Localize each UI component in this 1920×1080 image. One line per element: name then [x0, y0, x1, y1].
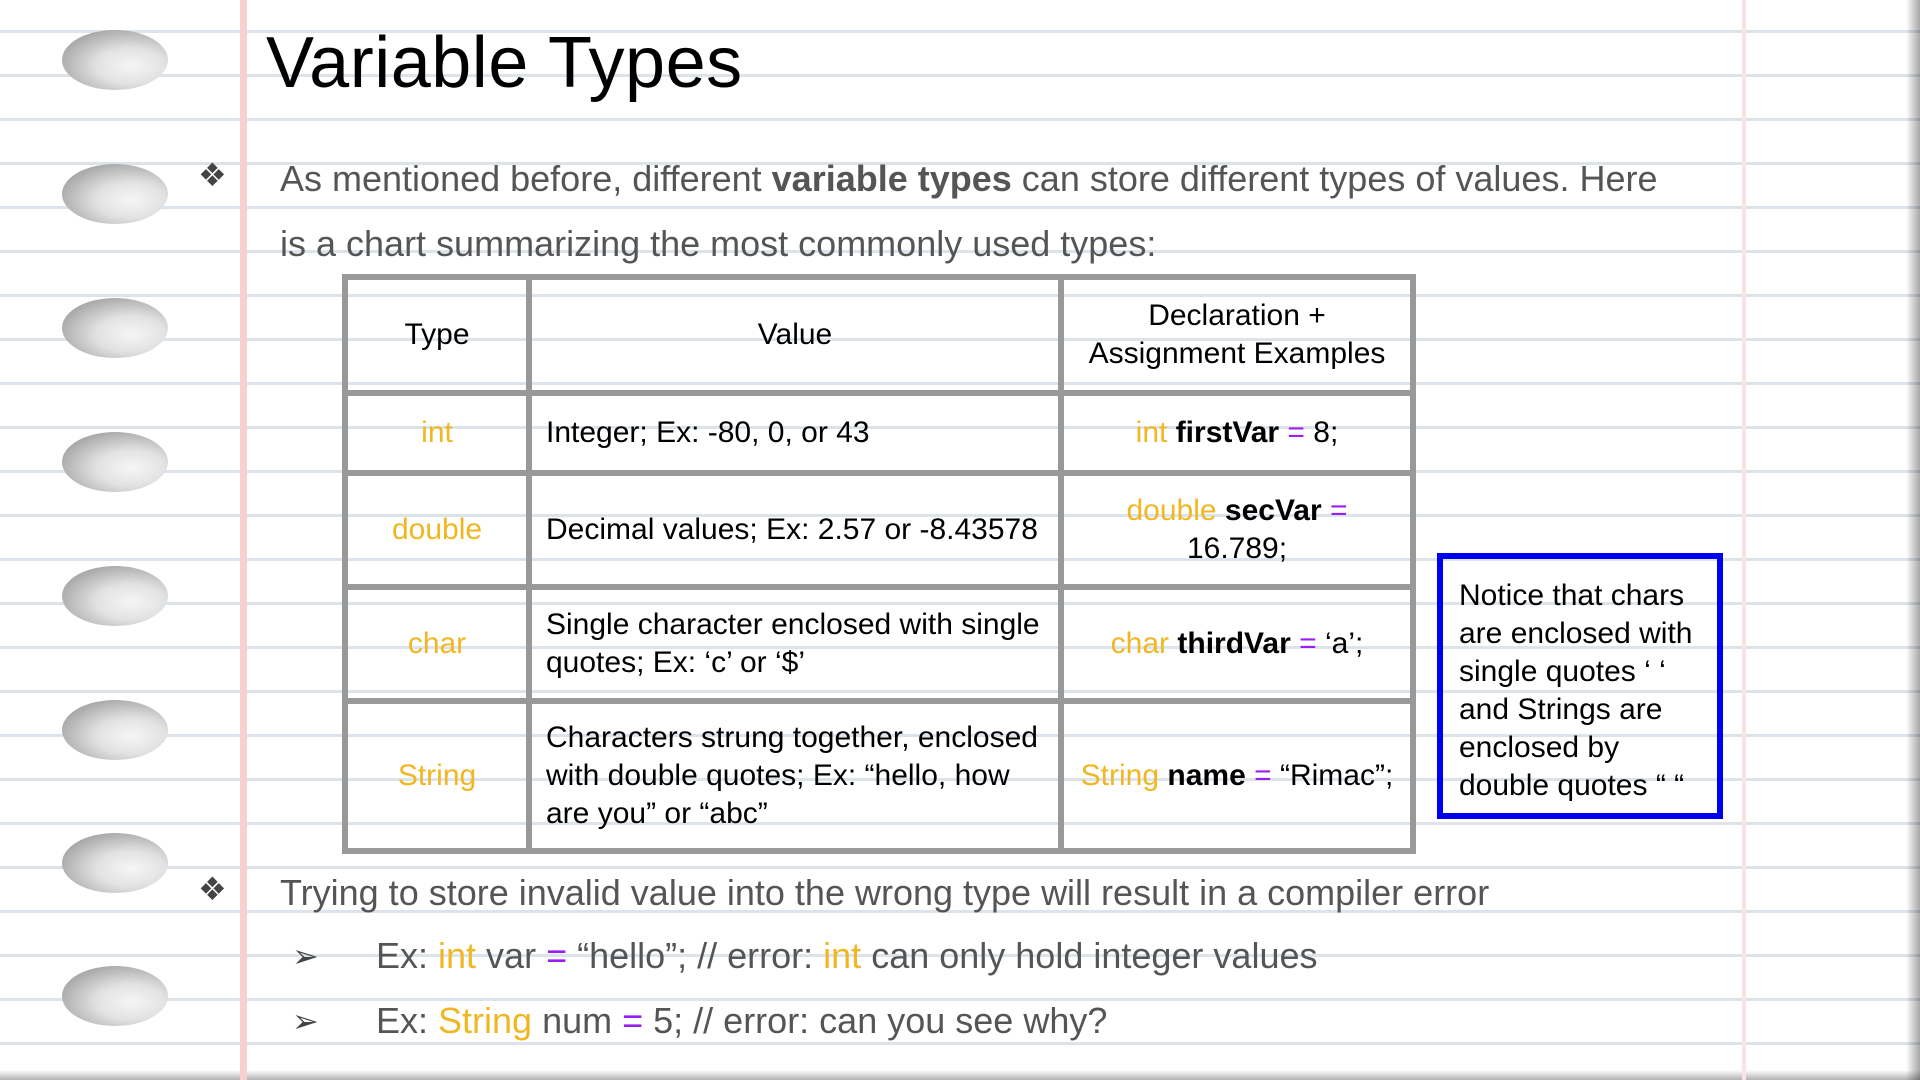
example-operator: = — [1330, 494, 1348, 527]
note-callout-box: Notice that chars are enclosed with sing… — [1437, 553, 1723, 819]
diamond-bullet-icon: ❖ — [198, 871, 227, 907]
page-shadow-bottom — [0, 1070, 1920, 1080]
example-var: var — [476, 935, 547, 976]
page-shadow-right — [1906, 0, 1920, 1080]
example-value: 8; — [1313, 416, 1339, 449]
table-row: char Single character enclosed with sing… — [342, 584, 1416, 704]
binder-hole — [62, 833, 168, 893]
example-line-2: Ex: String num = 5; // error: can you se… — [376, 999, 1107, 1043]
intro-bold-text: variable types — [771, 158, 1012, 199]
example-prefix: Ex: — [376, 935, 439, 976]
type-cell: String — [342, 698, 532, 854]
example-var-name: name — [1167, 759, 1246, 792]
example-line-1: Ex: int var = “hello”; // error: int can… — [376, 934, 1317, 978]
header-value: Value — [526, 274, 1064, 396]
example-text-tail: can only hold integer values — [861, 935, 1318, 976]
value-cell: Characters strung together, enclosed wit… — [526, 698, 1064, 854]
example-operator: = — [546, 935, 568, 976]
intro-text-line2: is a chart summarizing the most commonly… — [280, 223, 1157, 264]
example-text: “hello”; // error: — [567, 935, 824, 976]
compiler-error-bullet: Trying to store invalid value into the w… — [280, 872, 1490, 913]
example-operator: = — [1287, 416, 1305, 449]
example-type: int — [1135, 416, 1168, 449]
table-row: int Integer; Ex: -80, 0, or 43 int first… — [342, 390, 1416, 476]
slide-title: Variable Types — [266, 23, 743, 103]
example-cell: String name = “Rimac”; — [1058, 698, 1416, 854]
table-row: String Characters strung together, enclo… — [342, 698, 1416, 854]
notebook-margin-line — [240, 0, 247, 1080]
header-type: Type — [342, 274, 532, 396]
binder-hole — [62, 432, 168, 492]
type-cell: char — [342, 584, 532, 704]
intro-text-cont: can store different types of values. Her… — [1011, 158, 1658, 199]
binder-hole — [62, 164, 168, 224]
example-cell: int firstVar = 8; — [1058, 390, 1416, 476]
intro-paragraph: As mentioned before, different variable … — [280, 146, 1740, 276]
example-value: ‘a’; — [1324, 627, 1364, 660]
header-examples: Declaration + Assignment Examples — [1058, 274, 1416, 396]
diamond-bullet-icon: ❖ — [198, 157, 227, 193]
example-operator: = — [1299, 627, 1317, 660]
example-value: 16.789; — [1186, 532, 1288, 565]
binder-hole — [62, 966, 168, 1026]
notebook-margin-line-right — [1742, 0, 1746, 1080]
value-cell: Single character enclosed with single qu… — [526, 584, 1064, 704]
example-type: String — [1080, 759, 1160, 792]
arrow-bullet-icon: ➢ — [292, 938, 319, 974]
example-var-name: secVar — [1224, 494, 1322, 527]
value-cell: Decimal values; Ex: 2.57 or -8.43578 — [526, 470, 1064, 590]
type-cell: int — [342, 390, 532, 476]
example-keyword: int — [823, 935, 862, 976]
example-text: 5; // error: can you see why? — [643, 1000, 1108, 1041]
example-var: num — [532, 1000, 623, 1041]
arrow-bullet-icon: ➢ — [292, 1003, 319, 1039]
example-var-name: firstVar — [1175, 416, 1280, 449]
example-keyword: String — [438, 1000, 533, 1041]
type-cell: double — [342, 470, 532, 590]
example-cell: char thirdVar = ‘a’; — [1058, 584, 1416, 704]
intro-text: As mentioned before, different — [280, 158, 772, 199]
binder-hole — [62, 566, 168, 626]
example-keyword: int — [438, 935, 477, 976]
example-value: “Rimac”; — [1279, 759, 1394, 792]
binder-hole — [62, 298, 168, 358]
example-prefix: Ex: — [376, 1000, 439, 1041]
example-operator: = — [622, 1000, 644, 1041]
binder-hole — [62, 30, 168, 90]
example-cell: double secVar = 16.789; — [1058, 470, 1416, 590]
example-type: char — [1110, 627, 1170, 660]
example-var-name: thirdVar — [1177, 627, 1291, 660]
example-operator: = — [1254, 759, 1272, 792]
binder-hole — [62, 700, 168, 760]
example-type: double — [1126, 494, 1217, 527]
table-header-row: Type Value Declaration + Assignment Exam… — [342, 274, 1416, 396]
variable-types-table: Type Value Declaration + Assignment Exam… — [342, 274, 1416, 854]
value-cell: Integer; Ex: -80, 0, or 43 — [526, 390, 1064, 476]
table-row: double Decimal values; Ex: 2.57 or -8.43… — [342, 470, 1416, 590]
